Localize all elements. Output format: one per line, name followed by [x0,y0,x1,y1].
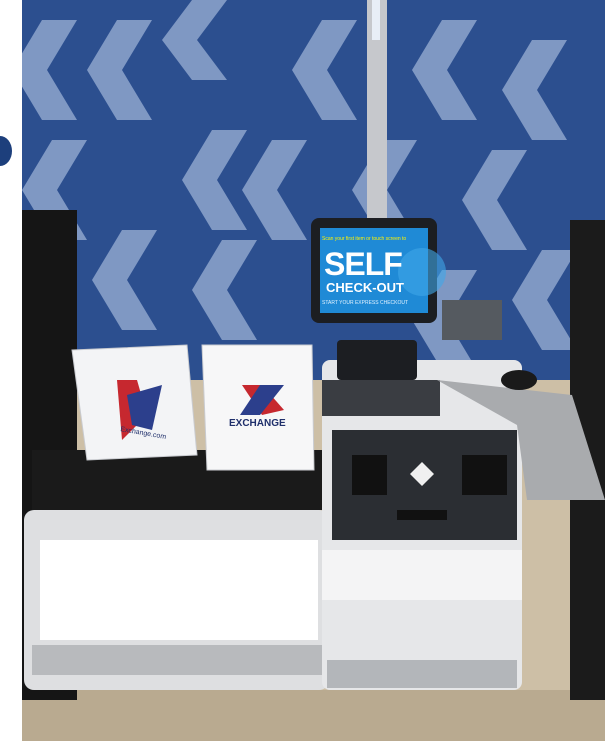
self-checkout-photo: Scan your first item or touch screen to … [22,0,605,741]
scanner-head [337,340,417,380]
kiosk-kickplate [327,660,517,688]
screen-title-checkout: CHECK-OUT [326,280,404,295]
handheld-scanner-icon [501,370,537,390]
bag-brand-text: EXCHANGE [229,418,286,429]
screen-footer: START YOUR EXPRESS CHECKOUT [322,300,409,306]
scene-illustration [22,0,605,741]
scanner-bed [322,380,440,416]
page-edge-bullet [0,136,12,166]
counter-kickplate [32,645,322,675]
receipt-printer [442,300,502,340]
screen-title-self: SELF [324,246,403,282]
screen-headline: Scan your first item or touch screen to [322,236,407,242]
shopping-bag-left [71,344,198,461]
shopping-bag-right [201,344,315,471]
